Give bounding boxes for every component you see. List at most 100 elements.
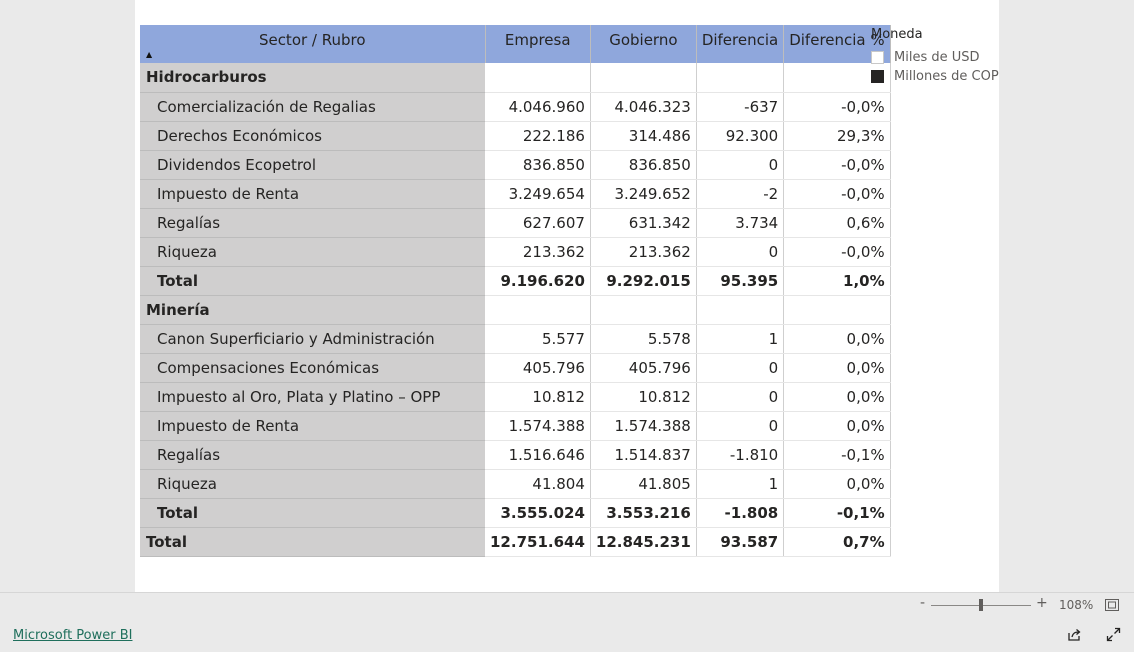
cell-gobierno: 41.805: [590, 469, 697, 499]
cell-gobierno: 3.249.652: [590, 179, 697, 209]
column-header-sector[interactable]: Sector / Rubro ▲: [140, 25, 486, 63]
slicer-option-label: Millones de COP: [894, 69, 999, 84]
cell-diferencia: -1.808: [696, 498, 785, 528]
table-row[interactable]: Canon Superficiario y Administración 5.57…: [140, 324, 891, 354]
empty-cell: [696, 63, 785, 93]
grand-total-row[interactable]: Total 12.751.644 12.845.231 93.587 0,7%: [140, 527, 891, 557]
row-label: Total: [140, 266, 485, 296]
cell-empresa: 3.555.024: [485, 498, 591, 528]
checkbox-icon[interactable]: [871, 51, 884, 64]
cell-empresa: 213.362: [485, 237, 591, 267]
zoom-out-button[interactable]: -: [920, 595, 925, 611]
row-label: Impuesto al Oro, Plata y Platino – OPP: [140, 382, 485, 412]
cell-diferencia: 1: [696, 469, 785, 499]
group-header-row[interactable]: Hidrocarburos: [140, 63, 891, 93]
row-label: Hidrocarburos: [140, 63, 485, 93]
table-row[interactable]: Dividendos Ecopetrol 836.850 836.850 0 -0,0%: [140, 150, 891, 180]
row-label: Riqueza: [140, 469, 485, 499]
empty-cell: [590, 295, 697, 325]
row-label: Dividendos Ecopetrol: [140, 150, 485, 180]
cell-diferencia-pct: 0,7%: [783, 527, 891, 557]
cell-empresa: 222.186: [485, 121, 591, 151]
table-row[interactable]: Comercialización de Regalias 4.046.960 4.0…: [140, 92, 891, 122]
zoom-in-button[interactable]: +: [1036, 595, 1048, 611]
cell-empresa: 9.196.620: [485, 266, 591, 296]
empty-cell: [590, 63, 697, 93]
table-row[interactable]: Compensaciones Económicas 405.796 405.796 0…: [140, 353, 891, 383]
zoom-slider-thumb[interactable]: [979, 599, 983, 611]
moneda-slicer: Moneda Miles de USD Millones de COP: [871, 27, 999, 86]
cell-diferencia: 0: [696, 382, 785, 412]
power-bi-link[interactable]: Microsoft Power BI: [13, 628, 132, 643]
cell-gobierno: 405.796: [590, 353, 697, 383]
table-row[interactable]: Regalías 627.607 631.342 3.734 0,6%: [140, 208, 891, 238]
slicer-option-label: Miles de USD: [894, 50, 980, 65]
cell-diferencia: -2: [696, 179, 785, 209]
table-row[interactable]: Riqueza 41.804 41.805 1 0,0%: [140, 469, 891, 499]
cell-diferencia-pct: 1,0%: [783, 266, 891, 296]
cell-empresa: 1.516.646: [485, 440, 591, 470]
cell-empresa: 12.751.644: [485, 527, 591, 557]
cell-diferencia: 0: [696, 237, 785, 267]
slicer-option-miles-usd[interactable]: Miles de USD: [871, 48, 999, 67]
slicer-option-millones-cop[interactable]: Millones de COP: [871, 67, 999, 86]
empty-cell: [485, 295, 591, 325]
table-row[interactable]: Derechos Económicos 222.186 314.486 92.300 2…: [140, 121, 891, 151]
share-icon[interactable]: [1067, 627, 1082, 642]
cell-gobierno: 1.514.837: [590, 440, 697, 470]
cell-diferencia-pct: -0,1%: [783, 440, 891, 470]
fit-to-page-icon[interactable]: [1105, 599, 1119, 611]
cell-diferencia-pct: -0,0%: [783, 237, 891, 267]
cell-gobierno: 10.812: [590, 382, 697, 412]
subtotal-row[interactable]: Total 3.555.024 3.553.216 -1.808 -0,1%: [140, 498, 891, 528]
row-label: Comercialización de Regalias: [140, 92, 485, 122]
column-header-gobierno[interactable]: Gobierno: [590, 25, 697, 63]
cell-empresa: 5.577: [485, 324, 591, 354]
table-row[interactable]: Riqueza 213.362 213.362 0 -0,0%: [140, 237, 891, 267]
group-header-row[interactable]: Minería: [140, 295, 891, 325]
cell-diferencia-pct: -0,1%: [783, 498, 891, 528]
row-label: Riqueza: [140, 237, 485, 267]
table-row[interactable]: Impuesto de Renta 1.574.388 1.574.388 0 0,0%: [140, 411, 891, 441]
empty-cell: [783, 295, 891, 325]
cell-diferencia: 0: [696, 353, 785, 383]
zoom-bar: - + 108%: [0, 592, 1134, 617]
cell-gobierno: 314.486: [590, 121, 697, 151]
cell-empresa: 836.850: [485, 150, 591, 180]
cell-diferencia: 3.734: [696, 208, 785, 238]
cell-gobierno: 631.342: [590, 208, 697, 238]
row-label: Regalías: [140, 440, 485, 470]
cell-diferencia: -637: [696, 92, 785, 122]
table-row[interactable]: Impuesto al Oro, Plata y Platino – OPP 10…: [140, 382, 891, 412]
column-header-empresa[interactable]: Empresa: [485, 25, 591, 63]
footer-bar: Microsoft Power BI: [0, 617, 1134, 652]
column-header-diferencia[interactable]: Diferencia: [696, 25, 785, 63]
subtotal-row[interactable]: Total 9.196.620 9.292.015 95.395 1,0%: [140, 266, 891, 296]
row-label: Compensaciones Económicas: [140, 353, 485, 383]
column-header-sector-label: Sector / Rubro: [258, 31, 366, 49]
cell-empresa: 405.796: [485, 353, 591, 383]
row-label: Total: [140, 527, 485, 557]
cell-empresa: 3.249.654: [485, 179, 591, 209]
cell-diferencia: -1.810: [696, 440, 785, 470]
cell-diferencia: 92.300: [696, 121, 785, 151]
table-row[interactable]: Regalías 1.516.646 1.514.837 -1.810 -0,1%: [140, 440, 891, 470]
cell-empresa: 4.046.960: [485, 92, 591, 122]
row-label: Impuesto de Renta: [140, 411, 485, 441]
matrix-table: Sector / Rubro ▲ Empresa Gobierno Difere…: [140, 25, 891, 557]
cell-empresa: 1.574.388: [485, 411, 591, 441]
checkbox-icon[interactable]: [871, 70, 884, 83]
cell-diferencia-pct: -0,0%: [783, 150, 891, 180]
cell-gobierno: 1.574.388: [590, 411, 697, 441]
expand-icon[interactable]: [1106, 627, 1121, 642]
cell-empresa: 627.607: [485, 208, 591, 238]
cell-empresa: 10.812: [485, 382, 591, 412]
matrix-body: Hidrocarburos Comercialización de Regalia…: [140, 63, 891, 557]
cell-gobierno: 5.578: [590, 324, 697, 354]
cell-diferencia-pct: 29,3%: [783, 121, 891, 151]
cell-diferencia-pct: 0,6%: [783, 208, 891, 238]
row-label: Total: [140, 498, 485, 528]
table-row[interactable]: Impuesto de Renta 3.249.654 3.249.652 -2 -0,…: [140, 179, 891, 209]
empty-cell: [696, 295, 785, 325]
sort-ascending-icon[interactable]: ▲: [146, 50, 152, 59]
